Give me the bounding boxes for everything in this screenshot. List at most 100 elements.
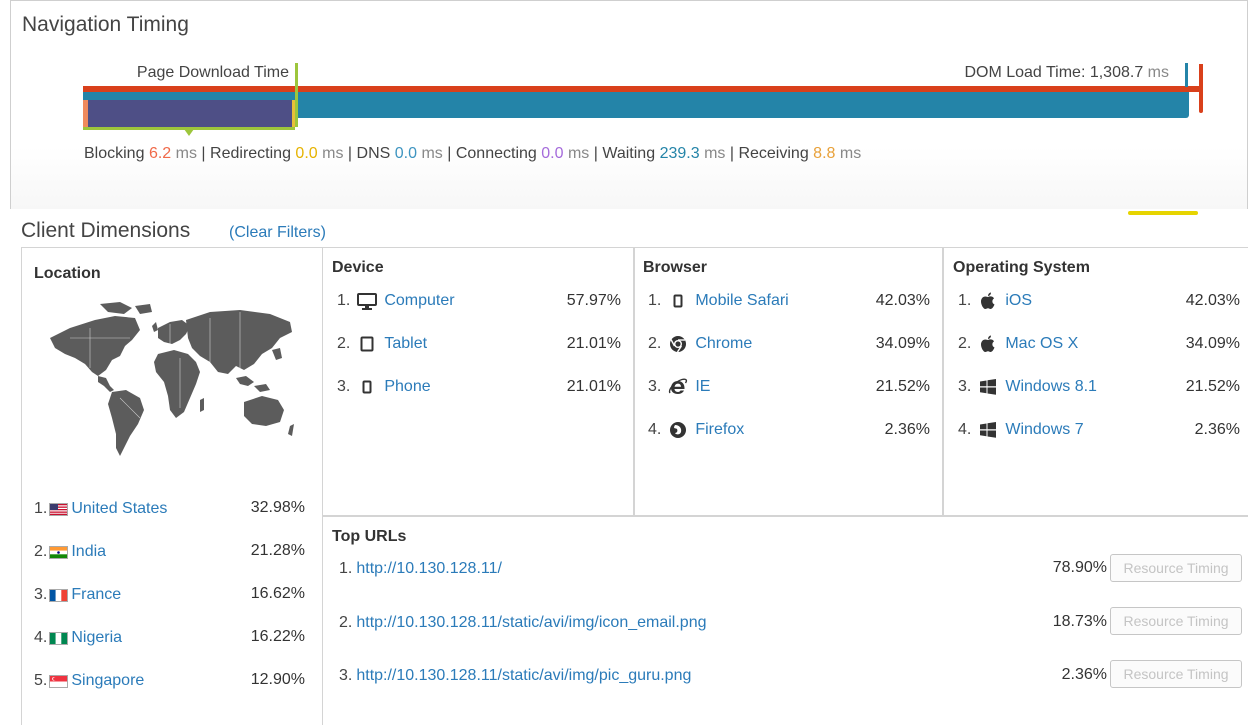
location-name[interactable]: Singapore (71, 672, 144, 690)
monitor-icon (356, 292, 378, 310)
url-percent: 78.90% (1052, 559, 1107, 576)
browser-rank: 3. (648, 378, 662, 395)
resource-timing-button[interactable]: Resource Timing (1110, 660, 1242, 688)
us-flag-icon (49, 502, 69, 516)
location-rank: 5. (34, 672, 48, 689)
grid-divider-device (633, 247, 635, 515)
receiving-value: 8.8 (813, 145, 836, 162)
browser-name[interactable]: IE (695, 378, 710, 396)
resource-timing-button[interactable]: Resource Timing (1110, 607, 1242, 635)
location-name[interactable]: United States (71, 500, 167, 518)
location-percent: 21.28% (250, 542, 305, 559)
url-item[interactable]: 3. http://10.130.128.11/static/avi/img/p… (339, 665, 691, 687)
ie-icon (667, 378, 689, 396)
waiting-end-marker (1185, 63, 1188, 87)
device-item[interactable]: 1. Computer 57.97% (337, 290, 621, 312)
receiving-unit: ms (839, 145, 862, 162)
browser-item[interactable]: 1. Mobile Safari 42.03% (648, 290, 930, 312)
browser-item[interactable]: 4. Firefox 2.36% (648, 419, 930, 441)
browser-heading: Browser (643, 259, 708, 276)
browser-rank: 1. (648, 292, 662, 309)
os-rank: 1. (958, 292, 972, 309)
tablet-icon (356, 336, 378, 352)
device-percent: 21.01% (566, 335, 621, 352)
url-rank: 2. (339, 614, 353, 631)
device-item[interactable]: 3. Phone 21.01% (337, 376, 621, 398)
location-percent: 32.98% (250, 499, 305, 516)
phone-icon (356, 380, 378, 394)
browser-item[interactable]: 2. Chrome 34.09% (648, 333, 930, 355)
url-item[interactable]: 1. http://10.130.128.11/ (339, 558, 502, 580)
browser-rank: 2. (648, 335, 662, 352)
france-flag-icon (49, 588, 69, 602)
location-rank: 1. (34, 500, 48, 517)
redirecting-unit: ms (322, 145, 344, 162)
page-download-marker (295, 63, 298, 127)
url-link[interactable]: http://10.130.128.11/static/avi/img/icon… (356, 614, 706, 632)
nigeria-flag-icon (49, 631, 69, 645)
collapse-handle[interactable] (1128, 211, 1198, 215)
blocking-value: 6.2 (148, 145, 172, 162)
url-link[interactable]: http://10.130.128.11/static/avi/img/pic_… (356, 667, 691, 685)
blocking-label: Blocking (84, 145, 145, 162)
os-item[interactable]: 1. iOS 42.03% (958, 290, 1240, 312)
device-name[interactable]: Tablet (384, 335, 427, 353)
browser-name[interactable]: Firefox (695, 421, 744, 439)
redirecting-value: 0.0 (295, 145, 318, 162)
url-item[interactable]: 2. http://10.130.128.11/static/avi/img/i… (339, 612, 706, 634)
location-name[interactable]: Nigeria (71, 629, 122, 647)
location-name[interactable]: India (71, 543, 106, 561)
separator: | (729, 145, 734, 162)
os-name[interactable]: Mac OS X (1005, 335, 1078, 353)
connecting-unit: ms (567, 145, 590, 162)
dom-load-end-marker (1199, 64, 1203, 113)
device-rank: 2. (337, 335, 351, 352)
device-item[interactable]: 2. Tablet 21.01% (337, 333, 621, 355)
waiting-value: 239.3 (659, 145, 700, 162)
location-item[interactable]: 5. Singapore (34, 670, 144, 692)
grid-divider-location (322, 247, 323, 725)
separator: | (347, 145, 353, 162)
device-name[interactable]: Computer (384, 292, 454, 310)
os-name[interactable]: Windows 7 (1005, 421, 1083, 439)
location-name[interactable]: France (71, 586, 121, 604)
location-item[interactable]: 3. France (34, 584, 121, 606)
location-item[interactable]: 4. Nigeria (34, 627, 122, 649)
firefox-icon (667, 421, 689, 439)
windows-icon (977, 379, 999, 395)
singapore-flag-icon (49, 674, 69, 688)
apple-icon (977, 335, 999, 353)
location-percent: 12.90% (250, 671, 305, 688)
os-rank: 3. (958, 378, 972, 395)
os-name[interactable]: Windows 8.1 (1005, 378, 1097, 396)
location-rank: 4. (34, 629, 48, 646)
url-percent: 2.36% (1061, 666, 1107, 683)
url-percent: 18.73% (1052, 613, 1107, 630)
device-name[interactable]: Phone (384, 378, 430, 396)
dom-load-unit: ms (1147, 64, 1169, 81)
url-rank: 3. (339, 667, 353, 684)
browser-name[interactable]: Mobile Safari (695, 292, 788, 310)
timing-breakdown: Blocking 6.2 ms | Redirecting 0.0 ms | D… (84, 145, 861, 163)
os-item[interactable]: 3. Windows 8.1 21.52% (958, 376, 1240, 398)
browser-name[interactable]: Chrome (695, 335, 752, 353)
world-map[interactable] (40, 298, 300, 468)
os-item[interactable]: 4. Windows 7 2.36% (958, 419, 1240, 441)
location-percent: 16.22% (250, 628, 305, 645)
browser-item[interactable]: 3. IE 21.52% (648, 376, 930, 398)
clear-filters-link[interactable]: (Clear Filters) (229, 224, 326, 242)
page-download-label: Page Download Time (136, 64, 289, 81)
device-percent: 21.01% (566, 378, 621, 395)
url-link[interactable]: http://10.130.128.11/ (356, 560, 502, 578)
page-download-bar[interactable] (88, 100, 292, 127)
chrome-icon (667, 335, 689, 353)
location-item[interactable]: 1. United States (34, 498, 167, 520)
location-heading: Location (34, 265, 101, 282)
redirecting-label: Redirecting (210, 145, 291, 162)
device-heading: Device (332, 259, 384, 276)
top-urls-heading: Top URLs (332, 528, 407, 545)
os-item[interactable]: 2. Mac OS X 34.09% (958, 333, 1240, 355)
location-item[interactable]: 2. India (34, 541, 106, 563)
resource-timing-button[interactable]: Resource Timing (1110, 554, 1242, 582)
os-name[interactable]: iOS (1005, 292, 1032, 310)
